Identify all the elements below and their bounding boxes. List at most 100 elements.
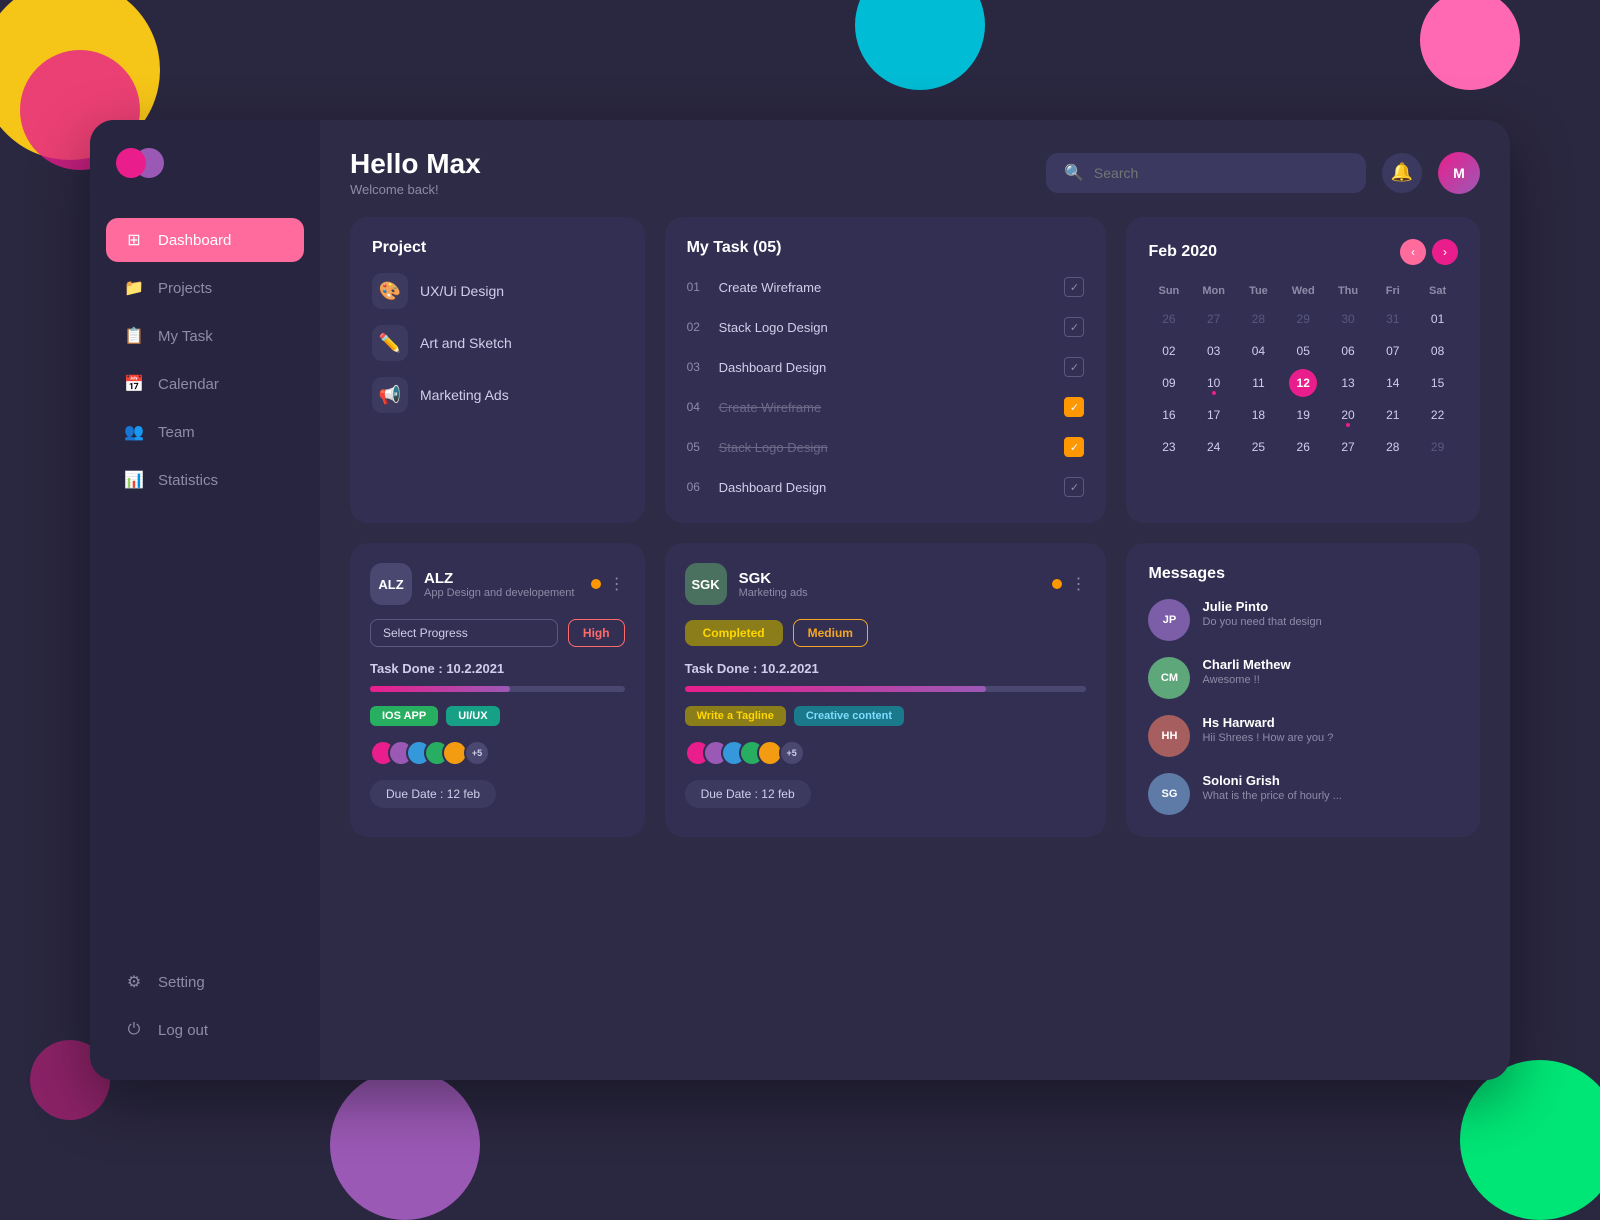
sidebar-item-label: Calendar bbox=[158, 376, 219, 393]
calendar-icon: 📅 bbox=[124, 374, 144, 394]
alz-progress-select[interactable]: Select Progress bbox=[370, 619, 558, 647]
cal-day[interactable]: 10 bbox=[1200, 369, 1228, 397]
message-item-julie[interactable]: JP Julie Pinto Do you need that design bbox=[1148, 599, 1458, 641]
cal-day[interactable]: 03 bbox=[1200, 337, 1228, 365]
message-text-soloni: What is the price of hourly ... bbox=[1202, 790, 1341, 802]
cal-day-today[interactable]: 12 bbox=[1289, 369, 1317, 397]
message-item-hs[interactable]: HH Hs Harward Hii Shrees ! How are you ? bbox=[1148, 715, 1458, 757]
logo-circle-pink bbox=[116, 148, 146, 178]
sidebar-item-team[interactable]: 👥 Team bbox=[106, 410, 304, 454]
alz-priority-badge[interactable]: High bbox=[568, 619, 625, 647]
cal-day[interactable]: 05 bbox=[1289, 337, 1317, 365]
project-item-art[interactable]: ✏️ Art and Sketch bbox=[372, 325, 623, 361]
calendar-grid: Sun Mon Tue Wed Thu Fri Sat 26 27 28 29 … bbox=[1148, 281, 1458, 461]
sgk-priority-badge[interactable]: Medium bbox=[793, 619, 868, 647]
search-input[interactable] bbox=[1094, 165, 1348, 181]
project-list: 🎨 UX/Ui Design ✏️ Art and Sketch 📢 Marke… bbox=[372, 273, 623, 413]
cal-day[interactable]: 26 bbox=[1155, 305, 1183, 333]
cal-day[interactable]: 27 bbox=[1334, 433, 1362, 461]
cal-day[interactable]: 02 bbox=[1155, 337, 1183, 365]
cal-day[interactable]: 09 bbox=[1155, 369, 1183, 397]
cal-day[interactable]: 30 bbox=[1334, 305, 1362, 333]
logout-icon: ⏻ bbox=[124, 1020, 144, 1040]
alz-tag-ios: IOS APP bbox=[370, 706, 438, 726]
task-name-5: Stack Logo Design bbox=[719, 440, 1053, 455]
cal-day[interactable]: 06 bbox=[1334, 337, 1362, 365]
cal-day[interactable]: 17 bbox=[1200, 401, 1228, 429]
sgk-dot-button[interactable] bbox=[1052, 579, 1062, 589]
cal-day[interactable]: 28 bbox=[1379, 433, 1407, 461]
cal-day[interactable]: 08 bbox=[1424, 337, 1452, 365]
sidebar-item-dashboard[interactable]: ⊞ Dashboard bbox=[106, 218, 304, 262]
cal-day[interactable]: 20 bbox=[1334, 401, 1362, 429]
cal-day[interactable]: 15 bbox=[1424, 369, 1452, 397]
cal-day[interactable]: 31 bbox=[1379, 305, 1407, 333]
search-bar[interactable]: 🔍 bbox=[1046, 153, 1366, 193]
project-item-ux[interactable]: 🎨 UX/Ui Design bbox=[372, 273, 623, 309]
messages-title: Messages bbox=[1148, 565, 1458, 583]
cal-day[interactable]: 22 bbox=[1424, 401, 1452, 429]
cal-day[interactable]: 26 bbox=[1289, 433, 1317, 461]
dashboard-icon: ⊞ bbox=[124, 230, 144, 250]
cal-day[interactable]: 24 bbox=[1200, 433, 1228, 461]
cal-day[interactable]: 28 bbox=[1244, 305, 1272, 333]
cal-day[interactable]: 13 bbox=[1334, 369, 1362, 397]
message-item-charli[interactable]: CM Charli Methew Awesome !! bbox=[1148, 657, 1458, 699]
cal-day[interactable]: 23 bbox=[1155, 433, 1183, 461]
cal-day[interactable]: 29 bbox=[1289, 305, 1317, 333]
notification-button[interactable]: 🔔 bbox=[1382, 153, 1422, 193]
statistics-icon: 📊 bbox=[124, 470, 144, 490]
task-check-1[interactable]: ✓ bbox=[1064, 277, 1084, 297]
task-check-2[interactable]: ✓ bbox=[1064, 317, 1084, 337]
main-content: Hello Max Welcome back! 🔍 🔔 M Proje bbox=[320, 120, 1510, 1080]
cal-day[interactable]: 16 bbox=[1155, 401, 1183, 429]
mytask-icon: 📋 bbox=[124, 326, 144, 346]
sidebar-item-label: Projects bbox=[158, 280, 212, 297]
messages-card: Messages JP Julie Pinto Do you need that… bbox=[1126, 543, 1480, 837]
messages-list: JP Julie Pinto Do you need that design C… bbox=[1148, 599, 1458, 815]
sgk-due-date: Due Date : 12 feb bbox=[685, 780, 811, 808]
task-check-4[interactable]: ✓ bbox=[1064, 397, 1084, 417]
sgk-tag-tagline: Write a Tagline bbox=[685, 706, 786, 726]
cal-day[interactable]: 04 bbox=[1244, 337, 1272, 365]
projects-icon: 📁 bbox=[124, 278, 144, 298]
cal-day[interactable]: 27 bbox=[1200, 305, 1228, 333]
cal-day[interactable]: 19 bbox=[1289, 401, 1317, 429]
sidebar: ⊞ Dashboard 📁 Projects 📋 My Task 📅 Calen… bbox=[90, 120, 320, 1080]
avatar-count: +5 bbox=[779, 740, 805, 766]
sidebar-item-statistics[interactable]: 📊 Statistics bbox=[106, 458, 304, 502]
cal-day[interactable]: 25 bbox=[1244, 433, 1272, 461]
cal-header-sun: Sun bbox=[1148, 281, 1189, 301]
sgk-status-badge: Completed bbox=[685, 620, 783, 646]
sidebar-item-setting[interactable]: ⚙ Setting bbox=[106, 960, 304, 1004]
cal-day[interactable]: 11 bbox=[1244, 369, 1272, 397]
cal-header-thu: Thu bbox=[1328, 281, 1369, 301]
sgk-project-name: SGK bbox=[739, 570, 808, 587]
alz-dot-button[interactable] bbox=[591, 579, 601, 589]
avatar-button[interactable]: M bbox=[1438, 152, 1480, 194]
sidebar-item-mytask[interactable]: 📋 My Task bbox=[106, 314, 304, 358]
task-item-3: 03 Dashboard Design ✓ bbox=[687, 353, 1085, 381]
task-check-5[interactable]: ✓ bbox=[1064, 437, 1084, 457]
cal-next-btn[interactable]: › bbox=[1432, 239, 1458, 265]
sidebar-item-projects[interactable]: 📁 Projects bbox=[106, 266, 304, 310]
sgk-card-left: SGK SGK Marketing ads bbox=[685, 563, 808, 605]
cal-day[interactable]: 14 bbox=[1379, 369, 1407, 397]
cal-day[interactable]: 21 bbox=[1379, 401, 1407, 429]
cal-day[interactable]: 29 bbox=[1424, 433, 1452, 461]
sgk-tag-creative: Creative content bbox=[794, 706, 904, 726]
task-check-3[interactable]: ✓ bbox=[1064, 357, 1084, 377]
cal-prev-btn[interactable]: ‹ bbox=[1400, 239, 1426, 265]
message-item-soloni[interactable]: SG Soloni Grish What is the price of hou… bbox=[1148, 773, 1458, 815]
project-item-marketing[interactable]: 📢 Marketing Ads bbox=[372, 377, 623, 413]
alz-more-button[interactable]: ⋮ bbox=[609, 574, 625, 594]
task-check-6[interactable]: ✓ bbox=[1064, 477, 1084, 497]
sidebar-item-logout[interactable]: ⏻ Log out bbox=[106, 1008, 304, 1052]
sgk-more-button[interactable]: ⋮ bbox=[1070, 574, 1086, 594]
cal-day[interactable]: 07 bbox=[1379, 337, 1407, 365]
sidebar-item-calendar[interactable]: 📅 Calendar bbox=[106, 362, 304, 406]
cal-day[interactable]: 18 bbox=[1244, 401, 1272, 429]
alz-tags: IOS APP UI/UX bbox=[370, 706, 625, 726]
cal-day[interactable]: 01 bbox=[1424, 305, 1452, 333]
avatar-count: +5 bbox=[464, 740, 490, 766]
